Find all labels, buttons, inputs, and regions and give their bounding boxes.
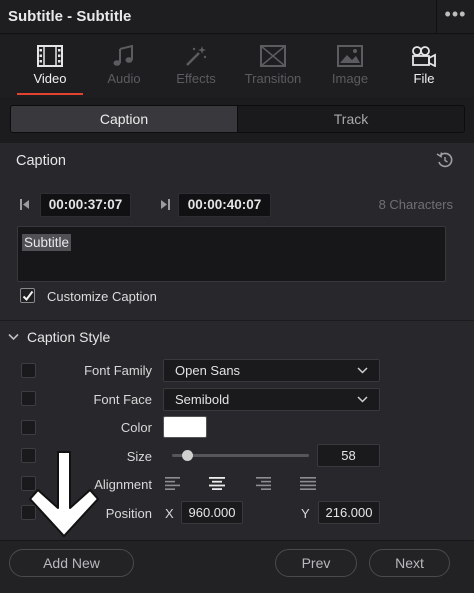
align-right-icon[interactable] (255, 477, 271, 490)
annotation-arrow-icon (29, 451, 99, 537)
title-bar: Subtitle - Subtitle ••• (0, 0, 474, 34)
caption-segment-button[interactable]: Caption (11, 106, 238, 132)
align-left-icon[interactable] (165, 477, 181, 490)
tab-image-label: Image (331, 71, 369, 86)
music-note-icon (113, 45, 133, 66)
next-button[interactable]: Next (369, 549, 450, 577)
mark-out-icon[interactable] (159, 198, 171, 211)
color-label: Color (120, 420, 152, 435)
position-x-label: X (165, 506, 174, 521)
inspector-tabs: Video Audio Effects Transition Image Fil… (0, 35, 474, 97)
mark-in-icon[interactable] (19, 198, 31, 211)
font-face-label: Font Face (93, 392, 152, 407)
size-slider-handle[interactable] (182, 450, 193, 461)
tab-transition-label: Transition (244, 71, 302, 86)
font-family-label: Font Family (84, 363, 152, 378)
checkmark-icon (22, 290, 34, 302)
tab-video-label: Video (33, 71, 67, 86)
size-field[interactable]: 58 (317, 444, 380, 467)
align-justify-icon[interactable] (300, 477, 316, 490)
tab-file[interactable]: File (385, 41, 463, 97)
tab-effects-label: Effects (176, 71, 216, 86)
tab-transition[interactable]: Transition (234, 41, 312, 97)
customize-caption-label: Customize Caption (47, 289, 157, 304)
caption-track-toggle: Caption Track (10, 105, 465, 133)
character-count: 8 Characters (378, 197, 453, 212)
reset-icon[interactable] (436, 151, 454, 169)
color-swatch[interactable] (163, 416, 207, 438)
position-y-label: Y (301, 506, 310, 521)
customize-caption-checkbox[interactable] (20, 288, 35, 303)
caption-text[interactable]: Subtitle (22, 234, 72, 251)
tab-file-label: File (413, 71, 435, 86)
magic-wand-icon (186, 46, 207, 66)
font-family-select[interactable]: Open Sans (163, 359, 380, 382)
prev-button[interactable]: Prev (275, 549, 357, 577)
tab-image[interactable]: Image (311, 41, 389, 97)
tab-effects[interactable]: Effects (157, 41, 235, 97)
chevron-down-icon (357, 396, 368, 403)
font-face-select[interactable]: Semibold (163, 388, 380, 411)
position-label: Position (105, 506, 152, 521)
alignment-label: Alignment (94, 477, 152, 492)
size-label: Size (126, 449, 152, 464)
color-keyframe-checkbox[interactable] (21, 420, 36, 435)
font-family-value: Open Sans (175, 363, 241, 378)
font-face-value: Semibold (175, 392, 230, 407)
file-film-icon (412, 46, 436, 67)
caption-text-area[interactable]: Subtitle (17, 226, 446, 282)
tab-audio-label: Audio (107, 71, 141, 86)
add-new-button[interactable]: Add New (9, 549, 134, 577)
position-y-field[interactable]: 216.000 (318, 501, 380, 524)
image-icon (337, 45, 363, 67)
in-timecode-field[interactable]: 00:00:37:07 (40, 193, 131, 217)
font-face-keyframe-checkbox[interactable] (21, 391, 36, 406)
chevron-down-icon[interactable] (8, 333, 19, 341)
section-divider (0, 320, 474, 321)
window-title: Subtitle - Subtitle (8, 8, 132, 25)
chevron-down-icon (357, 367, 368, 374)
more-options-icon[interactable]: ••• (436, 0, 474, 34)
position-x-field[interactable]: 960.000 (181, 501, 243, 524)
out-timecode-field[interactable]: 00:00:40:07 (178, 193, 271, 217)
track-segment-button[interactable]: Track (238, 106, 464, 132)
caption-section-title: Caption (16, 153, 66, 169)
caption-style-section-title: Caption Style (27, 329, 111, 345)
tab-audio[interactable]: Audio (85, 41, 163, 97)
film-icon (37, 45, 63, 67)
font-family-keyframe-checkbox[interactable] (21, 363, 36, 378)
align-center-icon[interactable] (209, 477, 225, 490)
tab-video[interactable]: Video (11, 41, 89, 97)
transition-icon (260, 45, 286, 67)
